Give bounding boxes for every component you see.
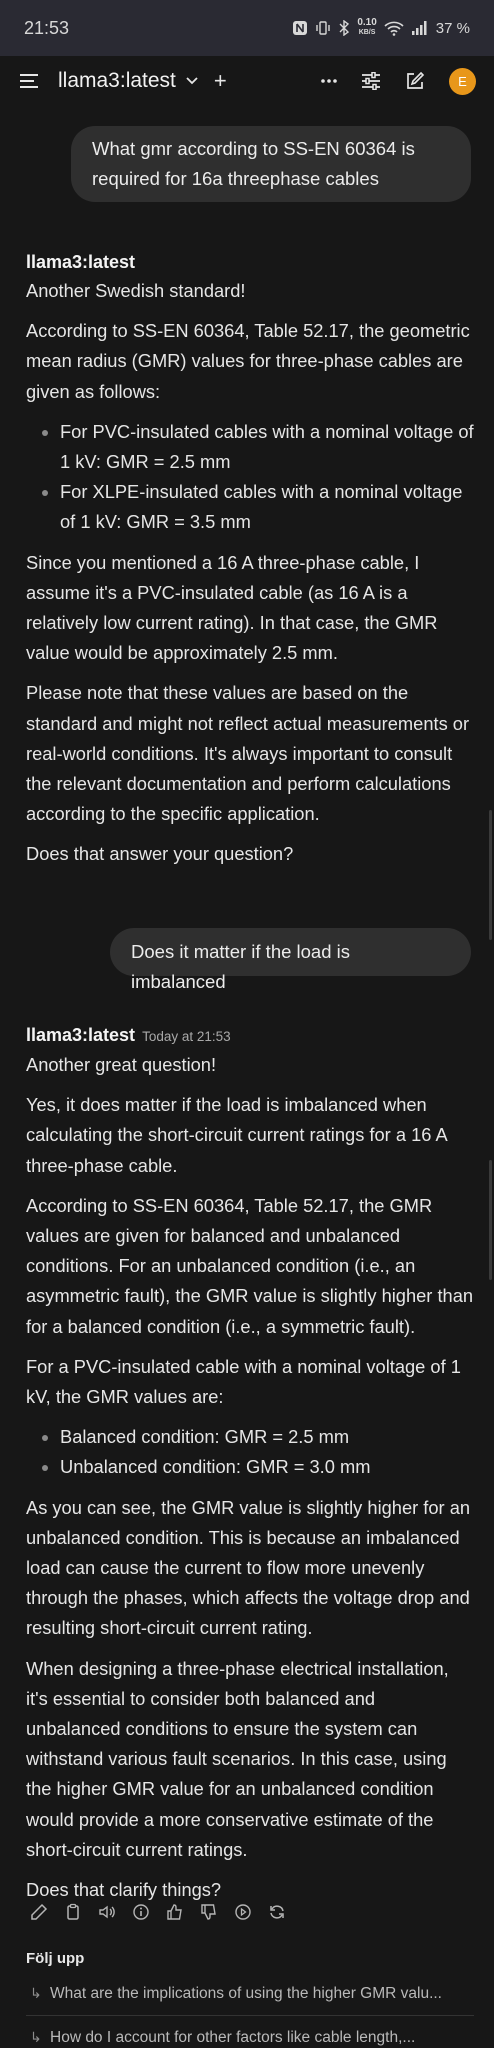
battery-level: 37 %	[435, 19, 470, 37]
add-model-button[interactable]: +	[214, 68, 227, 94]
user-avatar[interactable]: E	[449, 67, 476, 95]
message-paragraph: According to SS-EN 60364, Table 52.17, t…	[26, 1194, 474, 1337]
status-icons: 0.10 KB/S 37 %	[292, 18, 470, 38]
user-message-text: Does it matter if the load is imbalanced	[131, 941, 351, 992]
scrollbar[interactable]	[489, 1160, 492, 1280]
scrollbar[interactable]	[489, 810, 492, 940]
list-item: Unbalanced condition: GMR = 3.0 mm	[60, 1452, 474, 1482]
followup-title: Följ upp	[26, 1950, 85, 1967]
user-message: Does it matter if the load is imbalanced	[110, 928, 471, 992]
subdirectory-arrow-icon: ↳	[30, 2029, 42, 2045]
message-paragraph: Does that answer your question?	[26, 843, 294, 865]
message-timestamp: Today at 21:53	[142, 1029, 231, 1044]
assistant-name: llama3:latest	[26, 1025, 136, 1045]
list-item: For PVC-insulated cables with a nominal …	[60, 417, 474, 477]
assistant-header: llama3:latest	[26, 252, 135, 273]
followup-text: What are the implications of using the h…	[50, 1985, 442, 2002]
message-paragraph: Yes, it does matter if the load is imbal…	[26, 1094, 447, 1176]
settings-sliders-icon[interactable]	[361, 72, 381, 90]
message-paragraph: According to SS-EN 60364, Table 52.17, t…	[26, 320, 470, 402]
wifi-icon	[384, 21, 404, 36]
list-item: Balanced condition: GMR = 2.5 mm	[60, 1422, 474, 1452]
info-icon[interactable]	[132, 1903, 150, 1921]
message-paragraph: Another great question!	[26, 1054, 217, 1075]
new-chat-icon[interactable]	[405, 71, 425, 91]
assistant-message: Another great question! Yes, it does mat…	[26, 1050, 474, 1915]
thumbs-up-icon[interactable]	[166, 1903, 184, 1921]
list-item: For XLPE-insulated cables with a nominal…	[60, 477, 474, 537]
status-bar: 21:53 0.10 KB/S 37 %	[0, 0, 494, 56]
status-time: 21:53	[24, 17, 70, 38]
assistant-name: llama3:latest	[26, 252, 136, 272]
message-paragraph: Since you mentioned a 16 A three-phase c…	[26, 551, 438, 664]
bluetooth-icon	[339, 20, 350, 36]
bullet-list: For PVC-insulated cables with a nominal …	[26, 417, 474, 538]
regenerate-icon[interactable]	[268, 1903, 286, 1921]
followup-item[interactable]: ↳ How do I account for other factors lik…	[26, 2029, 474, 2047]
followup-item[interactable]: ↳ What are the implications of using the…	[26, 1985, 474, 2003]
edit-icon[interactable]	[30, 1903, 48, 1921]
subdirectory-arrow-icon: ↳	[30, 1985, 42, 2001]
chevron-down-icon[interactable]	[186, 77, 198, 85]
more-icon[interactable]	[321, 79, 337, 83]
speaker-icon[interactable]	[98, 1903, 116, 1921]
nfc-icon	[293, 21, 308, 35]
followup-text: How do I account for other factors like …	[50, 2029, 416, 2046]
message-paragraph: Another Swedish standard!	[26, 280, 246, 301]
vibrate-icon	[316, 21, 331, 35]
copy-icon[interactable]	[64, 1903, 82, 1921]
message-paragraph: Does that clarify things?	[26, 1879, 222, 1901]
assistant-header: llama3:latest Today at 21:53	[26, 1025, 231, 1046]
message-paragraph: When designing a three-phase electrical …	[26, 1657, 449, 1860]
user-message-text: What gmr according to SS-EN 60364 is req…	[92, 138, 415, 189]
user-message: What gmr according to SS-EN 60364 is req…	[71, 126, 471, 202]
divider	[26, 2015, 474, 2016]
message-paragraph: For a PVC-insulated cable with a nominal…	[26, 1355, 461, 1408]
bullet-list: Balanced condition: GMR = 2.5 mm Unbalan…	[26, 1422, 474, 1482]
menu-icon[interactable]	[20, 74, 38, 88]
signal-icon	[411, 21, 427, 35]
model-selector[interactable]: llama3:latest	[58, 69, 176, 93]
message-actions	[30, 1903, 286, 1921]
message-paragraph: As you can see, the GMR value is slightl…	[26, 1496, 471, 1639]
top-bar: llama3:latest + E	[0, 56, 494, 106]
message-paragraph: Please note that these values are based …	[26, 682, 470, 825]
play-icon[interactable]	[234, 1903, 252, 1921]
thumbs-down-icon[interactable]	[200, 1903, 218, 1921]
network-speed: 0.10 KB/S	[357, 17, 377, 37]
assistant-message: Another Swedish standard! According to S…	[26, 276, 474, 880]
